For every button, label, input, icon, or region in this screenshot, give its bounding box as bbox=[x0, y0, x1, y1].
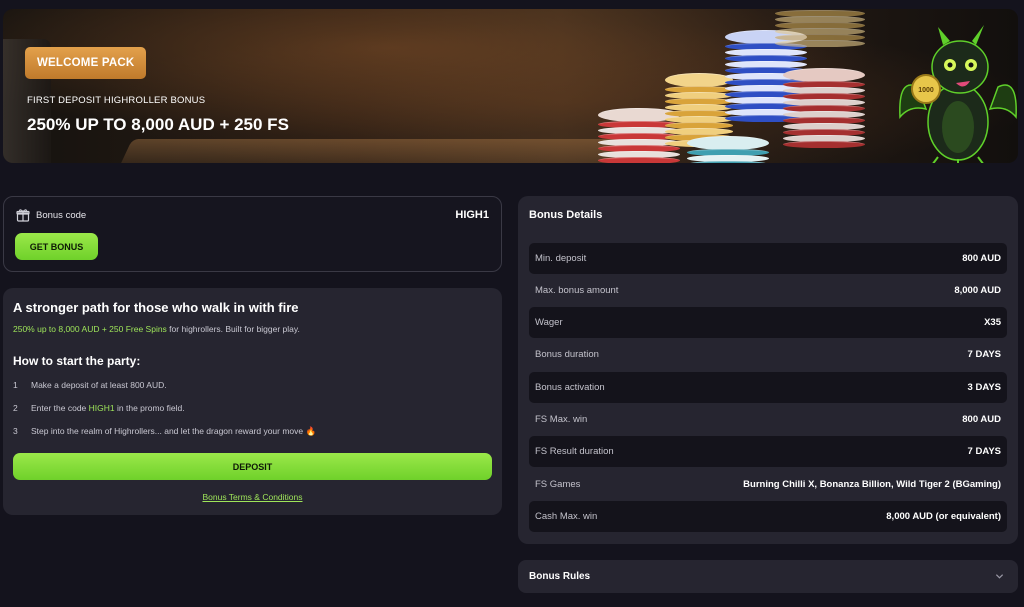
info-description-highlight: 250% up to 8,000 AUD + 250 Free Spins bbox=[13, 324, 167, 334]
detail-row-bonus-activation: Bonus activation 3 DAYS bbox=[529, 372, 1007, 403]
bonus-code-label: Bonus code bbox=[36, 210, 87, 221]
detail-row-fs-result-duration: FS Result duration 7 DAYS bbox=[529, 436, 1007, 467]
coin-text: 1000 bbox=[918, 87, 934, 94]
detail-value: 3 DAYS bbox=[967, 382, 1001, 393]
bonus-rules-title: Bonus Rules bbox=[529, 571, 591, 582]
bonus-details-card: Bonus Details Min. deposit 800 AUD Max. … bbox=[518, 196, 1018, 544]
detail-key: FS Max. win bbox=[535, 414, 588, 425]
bonus-terms-link[interactable]: Bonus Terms & Conditions bbox=[3, 492, 502, 502]
detail-value: 7 DAYS bbox=[967, 349, 1001, 360]
step-code-highlight: HIGH1 bbox=[88, 403, 115, 413]
bonus-code-value[interactable]: HIGH1 bbox=[455, 209, 489, 221]
detail-value: 8,000 AUD bbox=[954, 285, 1001, 296]
detail-value: Burning Chilli X, Bonanza Billion, Wild … bbox=[743, 479, 1001, 490]
detail-key: Max. bonus amount bbox=[535, 285, 619, 296]
detail-row-cash-max-win: Cash Max. win 8,000 AUD (or equivalent) bbox=[529, 501, 1007, 532]
detail-key: Bonus duration bbox=[535, 349, 599, 360]
chip-stack-teal-front bbox=[687, 136, 769, 163]
step-item: 3 Step into the realm of Highrollers... a… bbox=[13, 426, 316, 437]
info-description-rest: for highrollers. Built for bigger play. bbox=[166, 324, 300, 334]
detail-row-max-bonus: Max. bonus amount 8,000 AUD bbox=[529, 275, 1007, 306]
detail-key: Min. deposit bbox=[535, 253, 587, 264]
info-title: A stronger path for those who walk in wi… bbox=[13, 300, 299, 315]
step-number: 2 bbox=[13, 403, 18, 413]
step-item: 2 Enter the code HIGH1 in the promo field… bbox=[13, 403, 185, 413]
hero-banner: WELCOME PACK FIRST DEPOSIT HIGHROLLER BO… bbox=[3, 9, 1018, 163]
detail-key: Bonus activation bbox=[535, 382, 605, 393]
welcome-pack-badge: WELCOME PACK bbox=[25, 47, 147, 79]
step-item: 1 Make a deposit of at least 800 AUD. bbox=[13, 380, 167, 390]
hero-title: 250% UP TO 8,000 AUD + 250 FS bbox=[27, 115, 289, 134]
bonus-rules-accordion[interactable]: Bonus Rules bbox=[518, 560, 1018, 593]
bonus-code-card: Bonus code HIGH1 GET BONUS bbox=[3, 196, 502, 272]
detail-row-bonus-duration: Bonus duration 7 DAYS bbox=[529, 339, 1007, 370]
chip-stack-red-right bbox=[783, 68, 865, 148]
detail-row-wager: Wager X35 bbox=[529, 307, 1007, 338]
chevron-down-icon bbox=[995, 574, 1004, 579]
step-number: 1 bbox=[13, 380, 18, 390]
info-description: 250% up to 8,000 AUD + 250 Free Spins fo… bbox=[13, 324, 300, 334]
detail-row-min-deposit: Min. deposit 800 AUD bbox=[529, 243, 1007, 274]
deposit-button[interactable]: DEPOSIT bbox=[13, 453, 492, 480]
detail-key: Wager bbox=[535, 317, 563, 328]
step-text: Make a deposit of at least 800 AUD. bbox=[31, 380, 167, 390]
detail-value: 800 AUD bbox=[962, 253, 1001, 264]
detail-value: X35 bbox=[984, 317, 1001, 328]
step-number: 3 bbox=[13, 426, 18, 436]
howto-title: How to start the party: bbox=[13, 354, 141, 368]
get-bonus-button[interactable]: GET BONUS bbox=[15, 233, 98, 260]
chip-stack-gold-back bbox=[775, 10, 865, 47]
dragon-mascot-icon: 1000 bbox=[899, 25, 1017, 163]
detail-key: FS Games bbox=[535, 479, 581, 490]
step-text: Step into the realm of Highrollers... an… bbox=[31, 426, 317, 436]
details-title: Bonus Details bbox=[529, 209, 603, 221]
detail-value: 7 DAYS bbox=[967, 446, 1001, 457]
detail-value: 8,000 AUD (or equivalent) bbox=[886, 511, 1001, 522]
hero-subtitle: FIRST DEPOSIT HIGHROLLER BONUS bbox=[27, 95, 206, 106]
bonus-info-card: A stronger path for those who walk in wi… bbox=[3, 288, 502, 515]
step-text-post: in the promo field. bbox=[114, 403, 185, 413]
detail-row-fs-games: FS Games Burning Chilli X, Bonanza Billi… bbox=[529, 469, 1007, 500]
detail-key: FS Result duration bbox=[535, 446, 614, 457]
step-text: Enter the code bbox=[31, 403, 89, 413]
detail-row-fs-max-win: FS Max. win 800 AUD bbox=[529, 404, 1007, 435]
hero-background-table bbox=[113, 139, 653, 163]
detail-key: Cash Max. win bbox=[535, 511, 598, 522]
gift-icon bbox=[16, 209, 30, 222]
detail-value: 800 AUD bbox=[962, 414, 1001, 425]
